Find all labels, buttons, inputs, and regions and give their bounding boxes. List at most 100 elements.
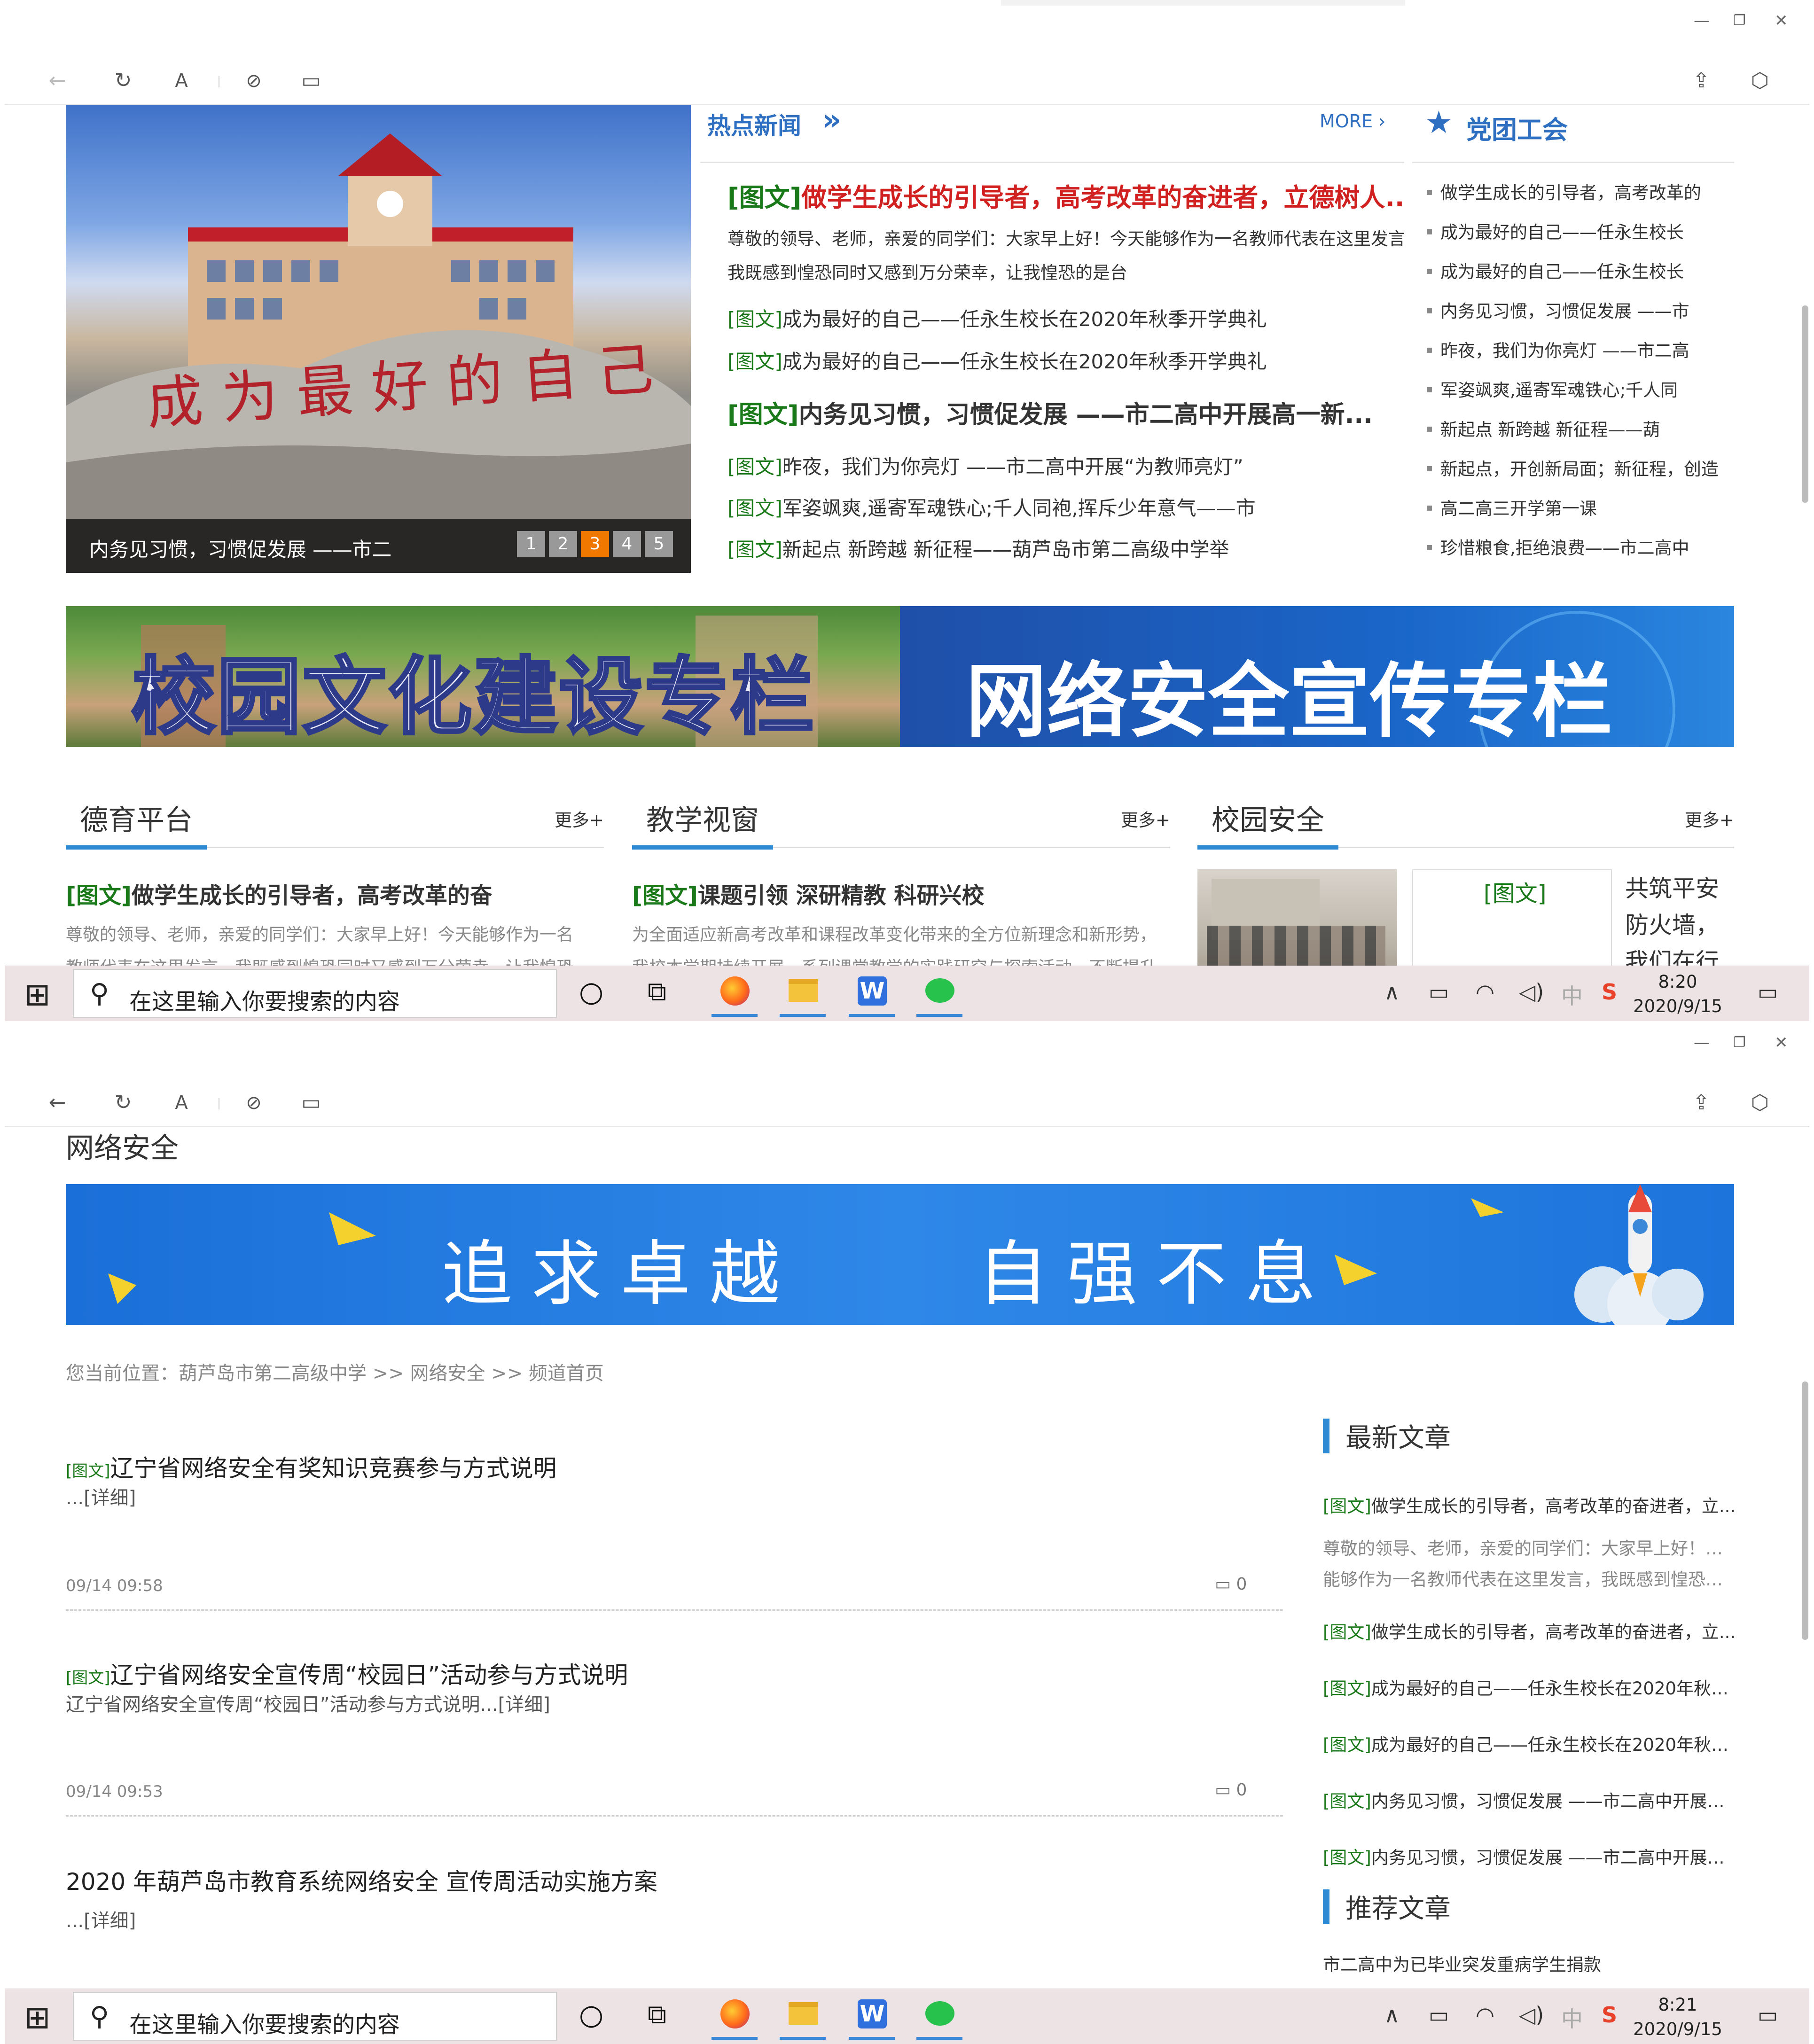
latest-article-link[interactable]: [图文]成为最好的自己——任永生校长在2020年秋季... <box>1323 1674 1736 1700</box>
article-title-link[interactable]: 2020 年葫芦岛市教育系统网络安全 宣传周活动实施方案 <box>66 1863 657 1897</box>
latest-article-link[interactable]: [图文]做学生成长的引导者，高考改革的奋进者，立... <box>1323 1618 1736 1643</box>
taskbar-search-box[interactable]: ⚲ 在这里输入你要搜索的内容 <box>73 969 557 1018</box>
back-icon[interactable]: ← <box>43 1089 71 1117</box>
recommended-article-link[interactable]: 市二高中为已毕业突发重病学生捐款 <box>1323 1950 1736 1976</box>
firefox-app[interactable] <box>709 1995 760 2040</box>
notification-icon[interactable]: ▭ <box>1758 2002 1778 2028</box>
party-list-item[interactable]: 做学生成长的引导者，高考改革的 <box>1426 179 1745 204</box>
party-list-item[interactable]: 成为最好的自己——任永生校长 <box>1426 218 1745 243</box>
wifi-icon[interactable]: ◠ <box>1476 979 1494 1005</box>
extensions-icon[interactable]: ⬡ <box>1746 1089 1774 1117</box>
taskbar-clock[interactable]: 8:21 2020/9/15 <box>1621 1993 1734 2042</box>
tray-chevron-icon[interactable]: ∧ <box>1384 979 1400 1005</box>
latest-article-link[interactable]: [图文]成为最好的自己——任永生校长在2020年秋季... <box>1323 1731 1736 1756</box>
campus-culture-banner[interactable]: 校园文化建设专栏 <box>66 606 900 747</box>
windows-start-icon[interactable]: ⊞ <box>24 976 50 1013</box>
ime-indicator[interactable]: 中 <box>1561 2002 1583 2033</box>
page-scrollbar[interactable] <box>1802 305 1808 503</box>
hot-news-headline[interactable]: [图文]做学生成长的引导者，高考改革的奋进者，立德树人... <box>727 177 1404 214</box>
sogou-icon[interactable]: S <box>1602 2002 1617 2028</box>
wechat-app[interactable] <box>914 1995 965 2040</box>
task-view-icon[interactable]: ⧉ <box>648 976 666 1007</box>
reader-icon[interactable]: ▭ <box>297 67 325 95</box>
notification-icon[interactable]: ▭ <box>1758 979 1778 1005</box>
slider-page-1[interactable]: 1 <box>517 531 545 557</box>
share-icon[interactable]: ⇪ <box>1687 1089 1715 1117</box>
party-list-item[interactable]: 军姿飒爽,遥寄军魂铁心;千人同 <box>1426 376 1745 401</box>
hot-news-item[interactable]: [图文]昨夜，我们为你亮灯 ——市二高中开展“为教师亮灯” <box>727 451 1404 480</box>
article-title-link[interactable]: [图文]辽宁省网络安全宣传周“校园日”活动参与方式说明 <box>66 1656 628 1690</box>
font-icon[interactable]: A <box>167 67 195 95</box>
wechat-app[interactable] <box>914 972 965 1017</box>
wps-app[interactable]: W <box>846 1995 898 2040</box>
more-link[interactable]: 更多+ <box>1685 806 1734 831</box>
sogou-icon[interactable]: S <box>1602 979 1617 1005</box>
comment-count[interactable]: ▭ 0 <box>1215 1780 1247 1800</box>
moral-headline[interactable]: [图文]做学生成长的引导者，高考改革的奋 <box>66 877 604 910</box>
more-link[interactable]: 更多+ <box>1121 806 1170 831</box>
reader-icon[interactable]: ▭ <box>297 1089 325 1117</box>
slider-page-5[interactable]: 5 <box>645 531 673 557</box>
page-scrollbar[interactable] <box>1802 1381 1808 1640</box>
minimize-button[interactable]: — <box>1694 1033 1710 1052</box>
wps-app[interactable]: W <box>846 972 898 1017</box>
slider-page-2[interactable]: 2 <box>549 531 577 557</box>
volume-icon[interactable]: ◁) <box>1519 979 1544 1005</box>
ime-indicator[interactable]: 中 <box>1561 979 1583 1010</box>
restore-button[interactable]: ❐ <box>1733 11 1746 30</box>
minimize-button[interactable]: — <box>1694 11 1710 30</box>
file-explorer-app[interactable] <box>777 972 829 1017</box>
comment-count[interactable]: ▭ 0 <box>1215 1575 1247 1594</box>
cortana-icon[interactable]: ○ <box>579 975 603 1008</box>
latest-article-link[interactable]: [图文]内务见习惯，习惯促发展 ——市二高中开展高... <box>1323 1843 1736 1869</box>
article-summary[interactable]: ...[详细] <box>66 1482 136 1510</box>
hot-news-item[interactable]: [图文]成为最好的自己——任永生校长在2020年秋季开学典礼 <box>727 346 1404 374</box>
latest-article-link[interactable]: [图文]做学生成长的引导者，高考改革的奋进者，立... <box>1323 1492 1736 1517</box>
cortana-icon[interactable]: ○ <box>579 1998 603 2031</box>
link-icon[interactable]: ⊘ <box>240 67 268 95</box>
hot-news-item[interactable]: [图文]成为最好的自己——任永生校长在2020年秋季开学典礼 <box>727 304 1404 332</box>
slider-page-3-active[interactable]: 3 <box>581 531 609 557</box>
extensions-icon[interactable]: ⬡ <box>1746 67 1774 95</box>
party-list-item[interactable]: 内务见习惯，习惯促发展 ——市 <box>1426 297 1745 322</box>
volume-icon[interactable]: ◁) <box>1519 2002 1544 2028</box>
party-list-item[interactable]: 新起点，开创新局面；新征程，创造 <box>1426 455 1745 480</box>
taskbar-search-box[interactable]: ⚲ 在这里输入你要搜索的内容 <box>73 1992 557 2041</box>
article-summary[interactable]: ...[详细] <box>66 1905 136 1933</box>
taskbar-clock[interactable]: 8:20 2020/9/15 <box>1621 970 1734 1019</box>
refresh-icon[interactable]: ↻ <box>109 67 137 95</box>
back-icon[interactable]: ← <box>43 67 71 95</box>
more-link[interactable]: 更多+ <box>555 806 604 831</box>
party-list-item[interactable]: 高二高三开学第一课 <box>1426 494 1745 520</box>
party-list-item[interactable]: 新起点 新跨越 新征程——葫 <box>1426 415 1745 441</box>
close-button[interactable]: ✕ <box>1775 1033 1788 1052</box>
article-title-link[interactable]: [图文]辽宁省网络安全有奖知识竞赛参与方式说明 <box>66 1450 557 1483</box>
battery-icon[interactable]: ▭ <box>1429 979 1449 1005</box>
wifi-icon[interactable]: ◠ <box>1476 2002 1494 2028</box>
party-list-item[interactable]: 成为最好的自己——任永生校长 <box>1426 257 1745 283</box>
font-icon[interactable]: A <box>167 1089 195 1117</box>
hot-news-item-bold[interactable]: [图文]内务见习惯，习惯促发展 ——市二高中开展高一新... <box>727 395 1404 430</box>
link-icon[interactable]: ⊘ <box>240 1089 268 1117</box>
slider-page-4[interactable]: 4 <box>613 531 641 557</box>
battery-icon[interactable]: ▭ <box>1429 2002 1449 2028</box>
tray-chevron-icon[interactable]: ∧ <box>1384 2002 1400 2028</box>
refresh-icon[interactable]: ↻ <box>109 1089 137 1117</box>
close-button[interactable]: ✕ <box>1775 11 1788 30</box>
party-list-item[interactable]: 昨夜，我们为你亮灯 ——市二高 <box>1426 336 1745 362</box>
hot-news-more-link[interactable]: MORE › <box>1320 111 1385 132</box>
hot-news-item-red[interactable]: [图文]军姿飒爽,遥寄军魂铁心;千人同袍,挥斥少年意气——市 <box>727 492 1404 521</box>
windows-start-icon[interactable]: ⊞ <box>24 1999 50 2036</box>
breadcrumb[interactable]: 您当前位置：葫芦岛市第二高级中学 >> 网络安全 >> 频道首页 <box>66 1358 604 1385</box>
article-summary[interactable]: 辽宁省网络安全宣传周“校园日”活动参与方式说明...[详细] <box>66 1689 550 1716</box>
safety-text[interactable]: 共筑平安 防火墙， 我们在行 <box>1625 870 1719 980</box>
news-slider[interactable]: 成为最好的自己 内务见习惯，习惯促发展 ——市二 1 2 3 4 5 <box>66 105 691 573</box>
latest-article-link[interactable]: [图文]内务见习惯，习惯促发展 ——市二高中开展高... <box>1323 1787 1736 1812</box>
party-list-item[interactable]: 珍惜粮食,拒绝浪费——市二高中 <box>1426 534 1745 559</box>
teaching-headline[interactable]: [图文]课题引领 深研精教 科研兴校 <box>632 877 1170 910</box>
cyber-security-banner[interactable]: 网络安全宣传专栏 <box>900 606 1734 747</box>
task-view-icon[interactable]: ⧉ <box>648 1999 666 2030</box>
share-icon[interactable]: ⇪ <box>1687 67 1715 95</box>
hot-news-item[interactable]: [图文]新起点 新跨越 新征程——葫芦岛市第二高级中学举 <box>727 534 1404 562</box>
file-explorer-app[interactable] <box>777 1995 829 2040</box>
